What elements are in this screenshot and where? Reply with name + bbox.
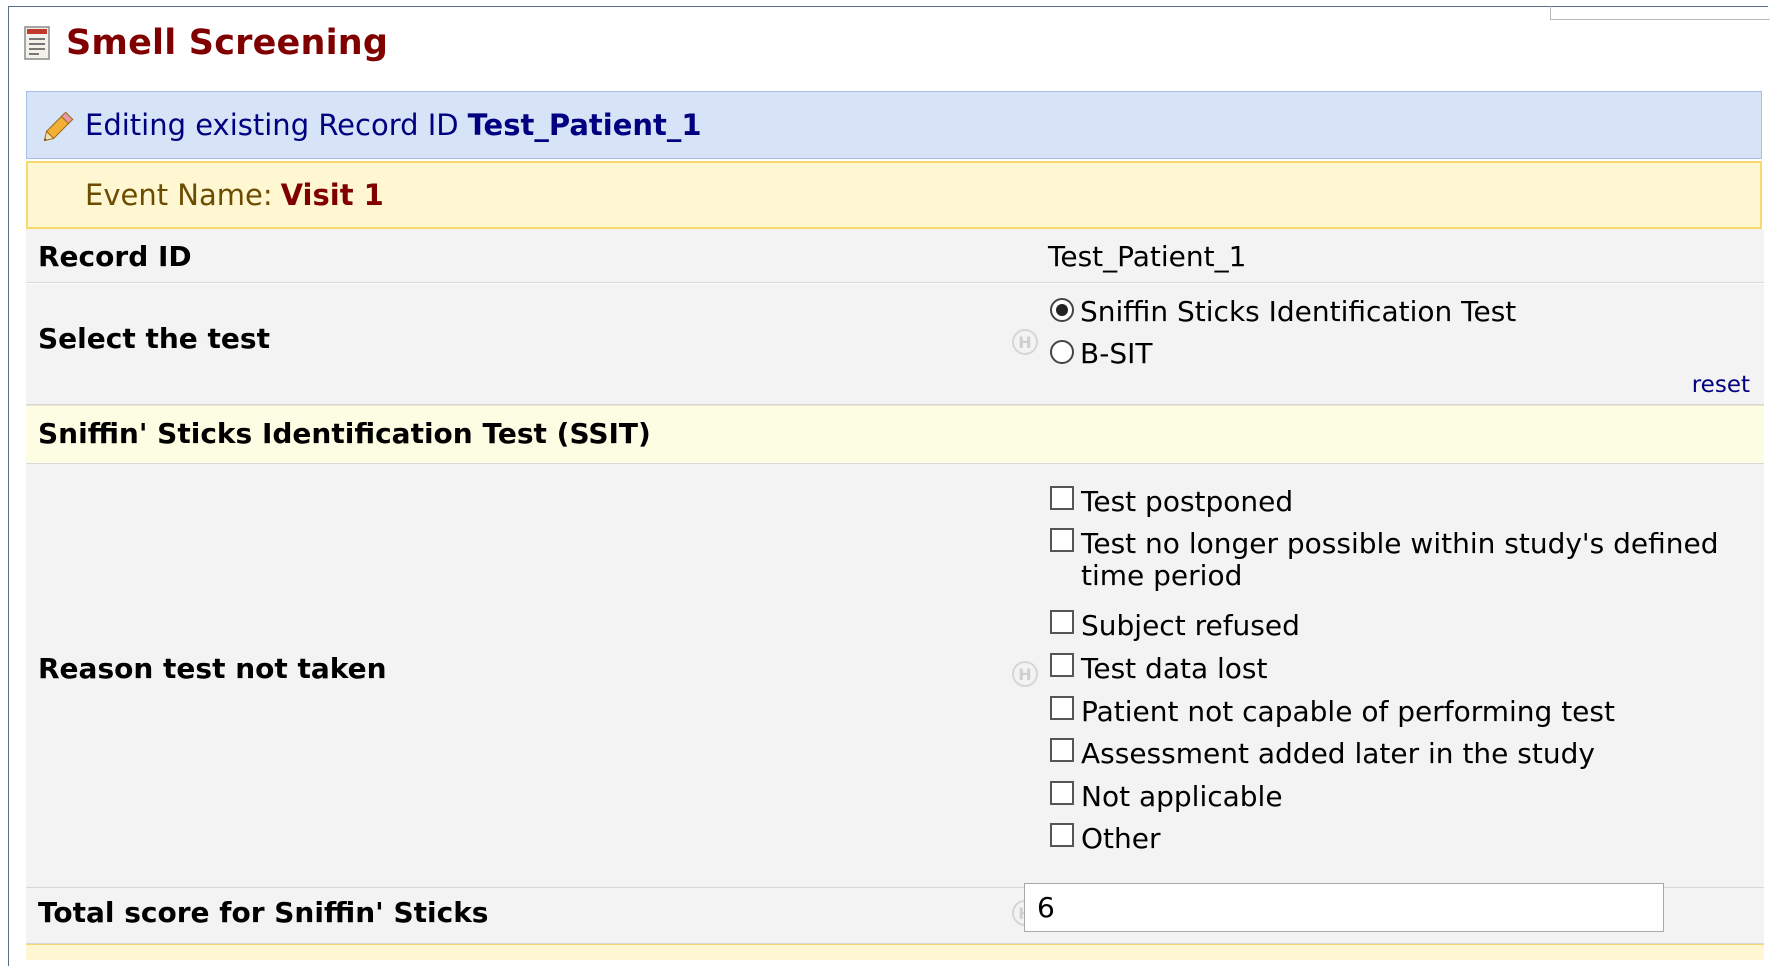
radio-option-label: Sniffin Sticks Identification Test <box>1080 295 1517 328</box>
select-test-row: Select the test H Sniffin Sticks Identif… <box>26 284 1764 405</box>
checkbox[interactable] <box>1050 738 1074 762</box>
event-name-label: Event Name: <box>85 178 273 212</box>
record-id-value: Test_Patient_1 <box>1048 240 1247 273</box>
checkbox-option[interactable]: Patient not capable of performing test <box>1050 696 1615 728</box>
field-note-icon: H <box>1012 661 1038 687</box>
field-note-icon: H <box>1012 329 1038 355</box>
checkbox[interactable] <box>1050 653 1074 677</box>
form-title-text: Smell Screening <box>66 23 389 63</box>
checkbox-option[interactable]: Assessment added later in the study <box>1050 738 1595 770</box>
checkbox[interactable] <box>1050 823 1074 847</box>
pencil-icon <box>43 111 74 142</box>
top-right-tab <box>1550 6 1770 20</box>
checkbox-label: Subject refused <box>1081 609 1300 642</box>
checkbox-label: Patient not capable of performing test <box>1081 695 1615 728</box>
radio-option-bsit[interactable]: B-SIT <box>1050 338 1152 370</box>
checkbox[interactable] <box>1050 696 1074 720</box>
form-document-icon <box>24 26 50 60</box>
edit-banner-prefix: Editing existing Record ID <box>85 108 459 142</box>
radio-button-checked[interactable] <box>1050 298 1074 322</box>
event-name-value: Visit 1 <box>280 178 384 212</box>
checkbox-label: Test no longer possible within study's d… <box>1081 527 1719 592</box>
checkbox-option[interactable]: Test data lost <box>1050 653 1267 685</box>
checkbox[interactable] <box>1050 528 1074 552</box>
select-test-label: Select the test <box>38 322 270 355</box>
checkbox[interactable] <box>1050 486 1074 510</box>
checkbox-label: Test data lost <box>1081 652 1268 685</box>
reason-label: Reason test not taken <box>38 652 387 685</box>
checkbox-option[interactable]: Test postponed <box>1050 486 1293 518</box>
edit-banner-record-id: Test_Patient_1 <box>467 108 702 142</box>
record-id-label: Record ID <box>38 240 192 273</box>
reset-link[interactable]: reset <box>1692 372 1750 398</box>
section-header-text: Sniffin' Sticks Identification Test (SSI… <box>38 417 651 450</box>
checkbox-option[interactable]: Other <box>1050 823 1161 855</box>
checkbox[interactable] <box>1050 781 1074 805</box>
record-id-row: Record ID Test_Patient_1 <box>26 229 1764 283</box>
radio-button[interactable] <box>1050 340 1074 364</box>
checkbox-label: Test postponed <box>1081 485 1294 518</box>
checkbox[interactable] <box>1050 610 1074 634</box>
checkbox-option[interactable]: Subject refused <box>1050 610 1300 642</box>
checkbox-label: Assessment added later in the study <box>1081 737 1595 770</box>
checkbox-label: Not applicable <box>1081 780 1283 813</box>
next-row-strip <box>26 944 1764 960</box>
checkbox-label: Other <box>1081 822 1161 855</box>
reason-row: Reason test not taken H Test postponed T… <box>26 464 1764 888</box>
total-score-input[interactable] <box>1024 883 1664 932</box>
section-header: Sniffin' Sticks Identification Test (SSI… <box>26 405 1764 464</box>
form-title: Smell Screening <box>24 18 388 68</box>
event-name-banner: Event Name: Visit 1 <box>26 161 1762 229</box>
radio-option-label: B-SIT <box>1080 337 1153 370</box>
radio-option-sniffin[interactable]: Sniffin Sticks Identification Test <box>1050 296 1516 328</box>
edit-record-banner: Editing existing Record ID Test_Patient_… <box>26 91 1762 159</box>
checkbox-option[interactable]: Test no longer possible within study's d… <box>1050 528 1777 592</box>
checkbox-option[interactable]: Not applicable <box>1050 781 1283 813</box>
total-score-label: Total score for Sniffin' Sticks <box>38 896 489 929</box>
